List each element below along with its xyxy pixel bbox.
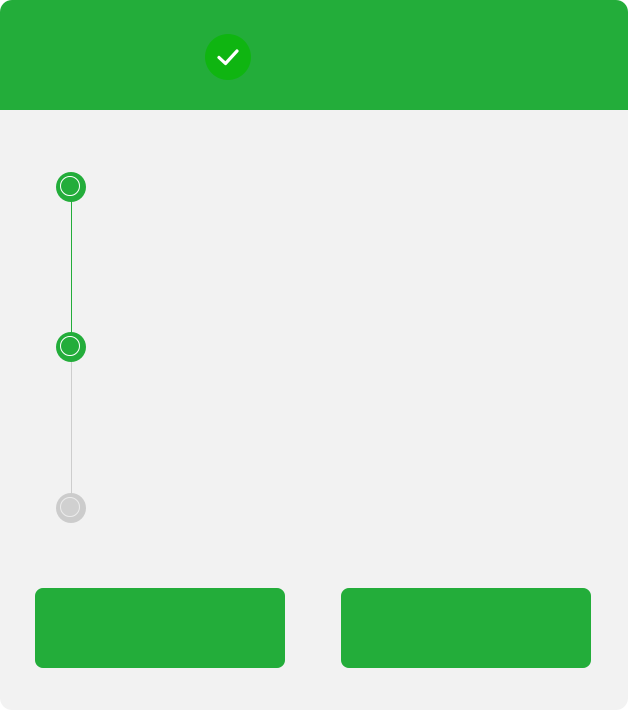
step-3-inner-dot (60, 497, 80, 517)
status-card (0, 0, 628, 710)
progress-timeline (56, 172, 576, 524)
primary-action-button[interactable] (35, 588, 285, 668)
step-2-inner-dot (60, 336, 80, 356)
checkmark-icon (217, 49, 239, 66)
step-1-indicator (56, 172, 86, 202)
timeline-connector-pending (70, 347, 72, 508)
secondary-action-button[interactable] (341, 588, 591, 668)
step-2-indicator (56, 332, 86, 362)
step-3-indicator (56, 493, 86, 523)
check-circle-icon (205, 34, 251, 80)
timeline-connector-completed (70, 187, 72, 347)
status-header (0, 0, 628, 110)
step-1-inner-dot (60, 176, 80, 196)
